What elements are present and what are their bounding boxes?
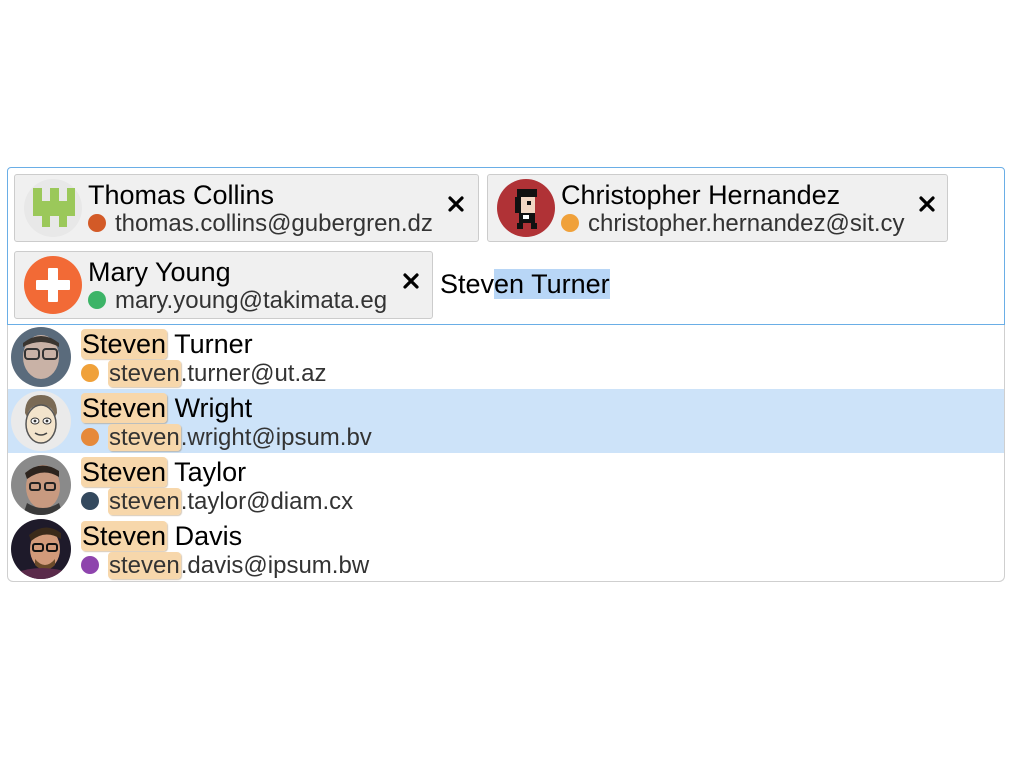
- name-rest: Turner: [167, 329, 253, 359]
- suggestion-email-row: steven.turner@ut.az: [81, 359, 326, 389]
- suggestion-item[interactable]: Steven Davis steven.davis@ipsum.bw: [8, 517, 1004, 581]
- token-email: mary.young@takimata.eg: [115, 287, 388, 314]
- autocomplete-selection: en Turner: [494, 269, 610, 299]
- suggestion-name: Steven Wright: [81, 392, 252, 424]
- cartoon-face-avatar-icon: [11, 391, 71, 451]
- recipient-token: Thomas Collins thomas.collins@gubergren.…: [14, 174, 479, 242]
- token-email: christopher.hernandez@sit.cy: [588, 210, 905, 237]
- suggestion-list: Steven Turner steven.turner@ut.az Steven…: [7, 325, 1005, 582]
- email-rest: .davis@ipsum.bw: [180, 552, 370, 579]
- match-highlight: steven: [108, 488, 181, 515]
- status-dot: [81, 491, 99, 510]
- recipient-input-box[interactable]: Thomas Collins thomas.collins@gubergren.…: [7, 167, 1005, 325]
- name-rest: Taylor: [167, 457, 247, 487]
- status-dot: [81, 427, 99, 446]
- status-dot: [88, 290, 106, 309]
- orange-cross-avatar-icon: [24, 256, 82, 314]
- close-icon[interactable]: [916, 193, 938, 215]
- token-name: Christopher Hernandez: [561, 180, 841, 210]
- typed-text: Stev: [440, 269, 495, 299]
- token-name: Mary Young: [88, 257, 231, 287]
- suggestion-email-row: steven.wright@ipsum.bv: [81, 423, 372, 453]
- person-photo-avatar-icon: [11, 455, 71, 515]
- suggestion-email: steven.turner@ut.az: [108, 360, 326, 387]
- search-input[interactable]: Steven Turner: [440, 267, 610, 301]
- suggestion-email: steven.taylor@diam.cx: [108, 488, 353, 515]
- token-name: Thomas Collins: [88, 180, 275, 210]
- token-email-row: mary.young@takimata.eg: [88, 286, 387, 316]
- suggestion-email: steven.davis@ipsum.bw: [108, 552, 369, 579]
- close-icon[interactable]: [445, 193, 467, 215]
- recipient-picker: Thomas Collins thomas.collins@gubergren.…: [7, 167, 1005, 582]
- email-rest: .taylor@diam.cx: [180, 488, 354, 515]
- match-highlight: steven: [108, 424, 181, 451]
- status-dot: [88, 213, 106, 232]
- token-email: thomas.collins@gubergren.dz: [115, 210, 433, 237]
- token-email-row: christopher.hernandez@sit.cy: [561, 209, 905, 239]
- recipient-token: Mary Young mary.young@takimata.eg: [14, 251, 433, 319]
- suggestion-name: Steven Davis: [81, 520, 242, 552]
- match-highlight: steven: [108, 360, 181, 387]
- person-photo-avatar-icon: [11, 519, 71, 579]
- match-highlight: Steven: [81, 393, 168, 423]
- close-icon[interactable]: [400, 270, 422, 292]
- suggestion-item[interactable]: Steven Turner steven.turner@ut.az: [8, 325, 1004, 389]
- email-rest: .turner@ut.az: [180, 360, 327, 387]
- status-dot: [561, 213, 579, 232]
- status-dot: [81, 363, 99, 382]
- pixel-character-avatar-icon: [497, 179, 555, 237]
- green-pattern-avatar-icon: [24, 179, 82, 237]
- person-photo-avatar-icon: [11, 327, 71, 387]
- name-rest: Wright: [167, 393, 253, 423]
- suggestion-item[interactable]: Steven Wright steven.wright@ipsum.bv: [8, 389, 1004, 453]
- match-highlight: Steven: [81, 329, 168, 359]
- suggestion-email-row: steven.davis@ipsum.bw: [81, 551, 369, 581]
- token-email-row: thomas.collins@gubergren.dz: [88, 209, 433, 239]
- name-rest: Davis: [167, 521, 243, 551]
- match-highlight: steven: [108, 552, 181, 579]
- suggestion-email-row: steven.taylor@diam.cx: [81, 487, 353, 517]
- email-rest: .wright@ipsum.bv: [180, 424, 372, 451]
- match-highlight: Steven: [81, 521, 168, 551]
- suggestion-email: steven.wright@ipsum.bv: [108, 424, 372, 451]
- suggestion-name: Steven Taylor: [81, 456, 246, 488]
- match-highlight: Steven: [81, 457, 168, 487]
- status-dot: [81, 555, 99, 574]
- suggestion-name: Steven Turner: [81, 328, 253, 360]
- suggestion-item[interactable]: Steven Taylor steven.taylor@diam.cx: [8, 453, 1004, 517]
- recipient-token: Christopher Hernandez christopher.hernan…: [487, 174, 948, 242]
